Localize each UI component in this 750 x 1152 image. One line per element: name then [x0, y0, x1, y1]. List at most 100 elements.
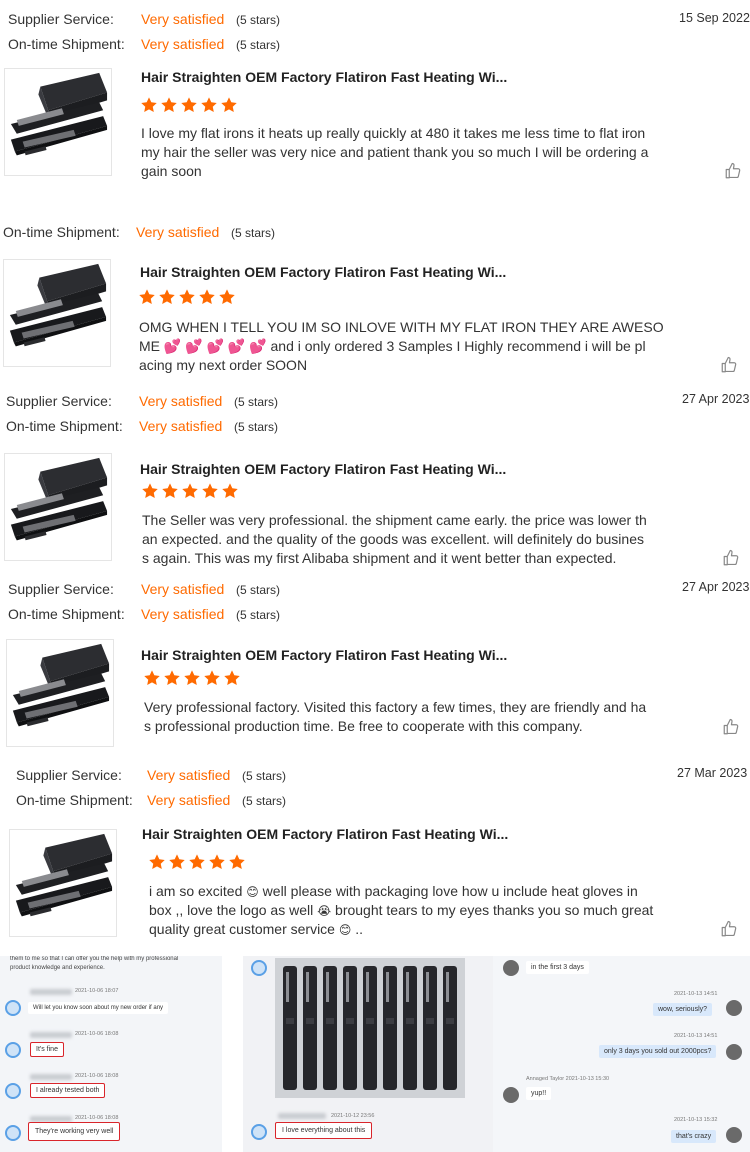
ontime-shipment-rating: On-time Shipment: Very satisfied (5 star…: [3, 224, 275, 240]
review-date: 27 Mar 2023: [677, 766, 748, 780]
star-icon: [169, 854, 185, 870]
star-icon: [199, 289, 215, 305]
product-thumbnail[interactable]: [3, 259, 111, 367]
star-icon: [179, 289, 195, 305]
review-line: I love my flat irons it heats up really …: [141, 125, 646, 141]
review-line: Very professional factory. Visited this …: [144, 699, 647, 715]
star-icon: [139, 289, 155, 305]
star-icon: [142, 483, 158, 499]
redacted-name: [30, 1032, 72, 1038]
supplier-service-label: Supplier Service:: [8, 11, 114, 27]
review-line: s again. This was my first Alibaba shipm…: [142, 550, 617, 566]
product-thumbnail[interactable]: [6, 639, 114, 747]
thumbs-up-icon[interactable]: [720, 920, 738, 938]
redacted-name: [30, 989, 72, 995]
review-line: ME 💕 💕 💕 💕 💕 and i only ordered 3 Sample…: [139, 338, 646, 354]
message-time: 2021-10-06 18:07: [75, 988, 119, 994]
message-time: 2021-10-06 18:08: [75, 1073, 119, 1079]
star-icon: [204, 670, 220, 686]
review-date: 27 Apr 2023: [682, 580, 750, 594]
review-date: 27 Apr 2023: [682, 392, 750, 406]
rating-value: Very satisfied: [141, 36, 225, 52]
rating-value: Very satisfied: [136, 224, 220, 240]
redacted-name: [30, 1074, 72, 1080]
star-icon: [201, 97, 217, 113]
star-icon: [162, 483, 178, 499]
hearts-emoji: 💕 💕 💕 💕 💕: [163, 338, 267, 354]
chat-message-highlighted: I love everything about this: [275, 1122, 373, 1139]
chat-message: that's crazy: [671, 1130, 717, 1143]
rating-stars-count: (5 stars): [236, 13, 281, 27]
review-line: my hair the seller was very nice and pat…: [141, 144, 649, 160]
rating-value: Very satisfied: [147, 767, 231, 783]
star-icon: [222, 483, 238, 499]
user-avatar: [251, 1124, 267, 1140]
user-avatar: [5, 1000, 21, 1016]
review-line: OMG WHEN I TELL YOU IM SO INLOVE WITH MY…: [139, 319, 664, 335]
thumbs-up-icon[interactable]: [722, 549, 740, 567]
supplier-avatar: [503, 1087, 519, 1103]
star-icon: [224, 670, 240, 686]
smile-emoji: 😊: [246, 885, 259, 900]
star-icon: [182, 483, 198, 499]
review-text: I love my flat irons it heats up really …: [141, 124, 671, 181]
ontime-shipment-label: On-time Shipment:: [8, 606, 125, 622]
ontime-shipment-rating: On-time Shipment: Very satisfied (5 star…: [16, 792, 286, 808]
ontime-shipment-label: On-time Shipment:: [8, 36, 125, 52]
star-icon: [149, 854, 165, 870]
product-title[interactable]: Hair Straighten OEM Factory Flatiron Fas…: [140, 461, 506, 477]
chat-screenshot-middle: 2021-10-12 23:56 I love everything about…: [243, 956, 493, 1152]
ontime-shipment-rating: On-time Shipment: Very satisfied (5 star…: [8, 606, 280, 622]
star-icon: [221, 97, 237, 113]
ontime-shipment-rating: On-time Shipment: Very satisfied (5 star…: [6, 418, 278, 434]
supplier-service-rating: Supplier Service: Very satisfied (5 star…: [8, 581, 280, 597]
review-line: acing my next order SOON: [139, 357, 308, 373]
supplier-avatar: [503, 960, 519, 976]
ontime-shipment-label: On-time Shipment:: [6, 418, 123, 434]
star-rating: [138, 288, 236, 306]
message-time: 2021-10-13 14:51: [674, 1033, 718, 1039]
star-icon: [144, 670, 160, 686]
star-icon: [159, 289, 175, 305]
thumbs-up-icon[interactable]: [720, 356, 738, 374]
rating-stars-count: (5 stars): [236, 38, 281, 52]
review-text: i am so excited 😊 well please with packa…: [149, 882, 669, 939]
star-icon: [184, 670, 200, 686]
ontime-shipment-rating: On-time Shipment: Very satisfied (5 star…: [8, 36, 280, 52]
rating-stars-count: (5 stars): [242, 794, 287, 808]
product-title[interactable]: Hair Straighten OEM Factory Flatiron Fas…: [142, 826, 508, 842]
chat-message: Will let you know soon about my new orde…: [28, 1002, 169, 1014]
rating-value: Very satisfied: [147, 792, 231, 808]
thumbs-up-icon[interactable]: [724, 162, 742, 180]
chat-message: in the first 3 days: [526, 961, 589, 974]
message-time: Annaged Taylor 2021-10-13 15:30: [526, 1076, 610, 1082]
crying-emoji: 😭: [317, 904, 332, 919]
thumbs-up-icon[interactable]: [722, 718, 740, 736]
product-title[interactable]: Hair Straighten OEM Factory Flatiron Fas…: [140, 264, 506, 280]
chat-message-highlighted: I already tested both: [30, 1083, 106, 1098]
product-thumbnail[interactable]: [9, 829, 117, 937]
rating-value: Very satisfied: [141, 581, 225, 597]
message-time: 2021-10-13 15:32: [674, 1117, 718, 1123]
blush-emoji: 😊: [338, 923, 352, 938]
review-text: OMG WHEN I TELL YOU IM SO INLOVE WITH MY…: [139, 318, 664, 375]
product-thumbnail[interactable]: [4, 68, 112, 176]
supplier-service-rating: Supplier Service: Very satisfied (5 star…: [8, 11, 280, 27]
ontime-shipment-label: On-time Shipment:: [3, 224, 120, 240]
chat-text: product knowledge and experience.: [10, 965, 105, 971]
message-time: 2021-10-13 14:51: [674, 991, 718, 997]
star-rating: [148, 853, 246, 871]
supplier-service-rating: Supplier Service: Very satisfied (5 star…: [16, 767, 286, 783]
product-title[interactable]: Hair Straighten OEM Factory Flatiron Fas…: [141, 647, 507, 663]
product-title[interactable]: Hair Straighten OEM Factory Flatiron Fas…: [141, 69, 507, 85]
chat-message: wow, seriously?: [653, 1003, 713, 1016]
review-text: The Seller was very professional. the sh…: [142, 511, 662, 568]
product-thumbnail[interactable]: [4, 453, 112, 561]
supplier-service-rating: Supplier Service: Very satisfied (5 star…: [6, 393, 278, 409]
message-time: 2021-10-06 18:08: [75, 1031, 119, 1037]
review-line: s professional production time. Be free …: [144, 718, 583, 734]
review-date: 15 Sep 2022: [679, 11, 750, 25]
review-line: The Seller was very professional. the sh…: [142, 512, 647, 528]
user-avatar: [5, 1083, 21, 1099]
buyer-avatar: [726, 1127, 742, 1143]
